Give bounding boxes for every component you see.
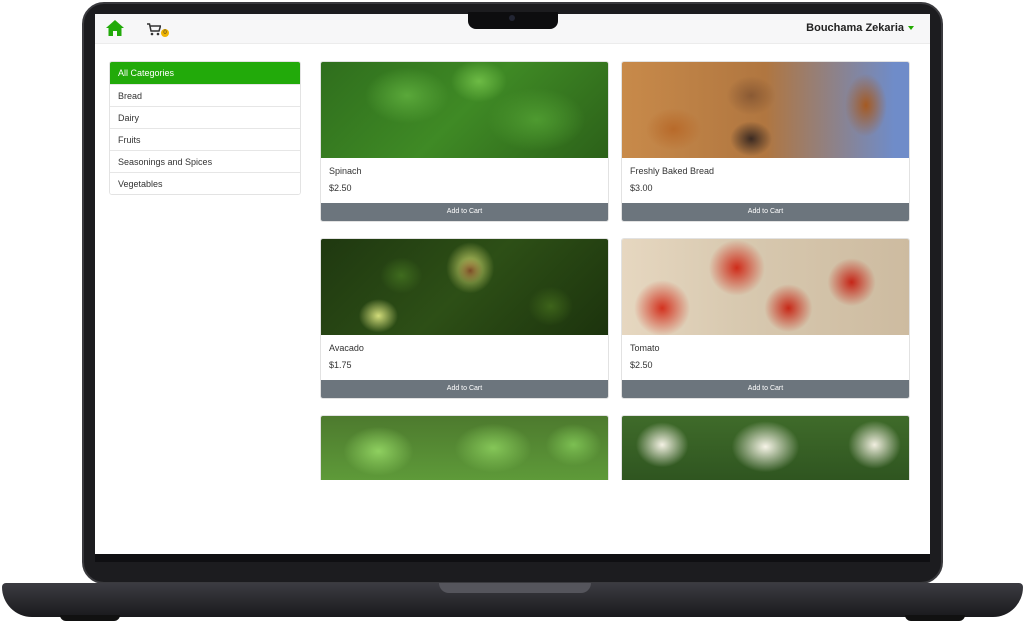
product-image-cauliflower[interactable] xyxy=(622,416,909,480)
camera-notch xyxy=(468,12,558,29)
product-price: $1.75 xyxy=(329,360,352,370)
camera-icon xyxy=(509,15,515,21)
product-price: $2.50 xyxy=(630,360,653,370)
screen: 0 Bouchama Zekaria All Categories Bread … xyxy=(95,14,930,554)
product-card: Freshly Baked Bread $3.00 Add to Cart xyxy=(621,61,910,222)
product-image-bread[interactable] xyxy=(622,62,909,158)
screen-bezel-bottom xyxy=(95,554,930,562)
cart-icon[interactable] xyxy=(147,23,161,36)
product-card: Spinach $2.50 Add to Cart xyxy=(320,61,609,222)
laptop-base xyxy=(2,583,1023,617)
product-card: Avacado $1.75 Add to Cart xyxy=(320,238,609,399)
category-list: All Categories Bread Dairy Fruits Season… xyxy=(109,61,301,195)
laptop-foot-left xyxy=(60,615,120,621)
home-icon[interactable] xyxy=(105,19,125,37)
user-menu[interactable]: Bouchama Zekaria xyxy=(806,22,904,34)
product-price: $2.50 xyxy=(329,183,352,193)
chevron-down-icon[interactable] xyxy=(908,26,914,30)
laptop-foot-right xyxy=(905,615,965,621)
category-item-bread[interactable]: Bread xyxy=(110,84,300,106)
category-item-fruits[interactable]: Fruits xyxy=(110,128,300,150)
product-image-spinach[interactable] xyxy=(321,62,608,158)
product-image-lettuce[interactable] xyxy=(321,416,608,480)
add-to-cart-button[interactable]: Add to Cart xyxy=(321,380,608,398)
category-item-seasonings[interactable]: Seasonings and Spices xyxy=(110,150,300,172)
product-image-avocado[interactable] xyxy=(321,239,608,335)
category-item-vegetables[interactable]: Vegetables xyxy=(110,172,300,194)
category-item-dairy[interactable]: Dairy xyxy=(110,106,300,128)
laptop-hinge xyxy=(439,583,591,593)
category-item-all[interactable]: All Categories xyxy=(110,62,300,84)
add-to-cart-button[interactable]: Add to Cart xyxy=(622,203,909,221)
add-to-cart-button[interactable]: Add to Cart xyxy=(321,203,608,221)
product-image-tomato[interactable] xyxy=(622,239,909,335)
product-name: Freshly Baked Bread xyxy=(630,166,715,176)
cart-count-badge: 0 xyxy=(161,29,169,37)
product-name: Avacado xyxy=(329,343,364,353)
product-card xyxy=(621,415,910,480)
product-price: $3.00 xyxy=(630,183,653,193)
product-name: Spinach xyxy=(329,166,362,176)
product-card xyxy=(320,415,609,480)
product-name: Tomato xyxy=(630,343,660,353)
product-card: Tomato $2.50 Add to Cart xyxy=(621,238,910,399)
add-to-cart-button[interactable]: Add to Cart xyxy=(622,380,909,398)
